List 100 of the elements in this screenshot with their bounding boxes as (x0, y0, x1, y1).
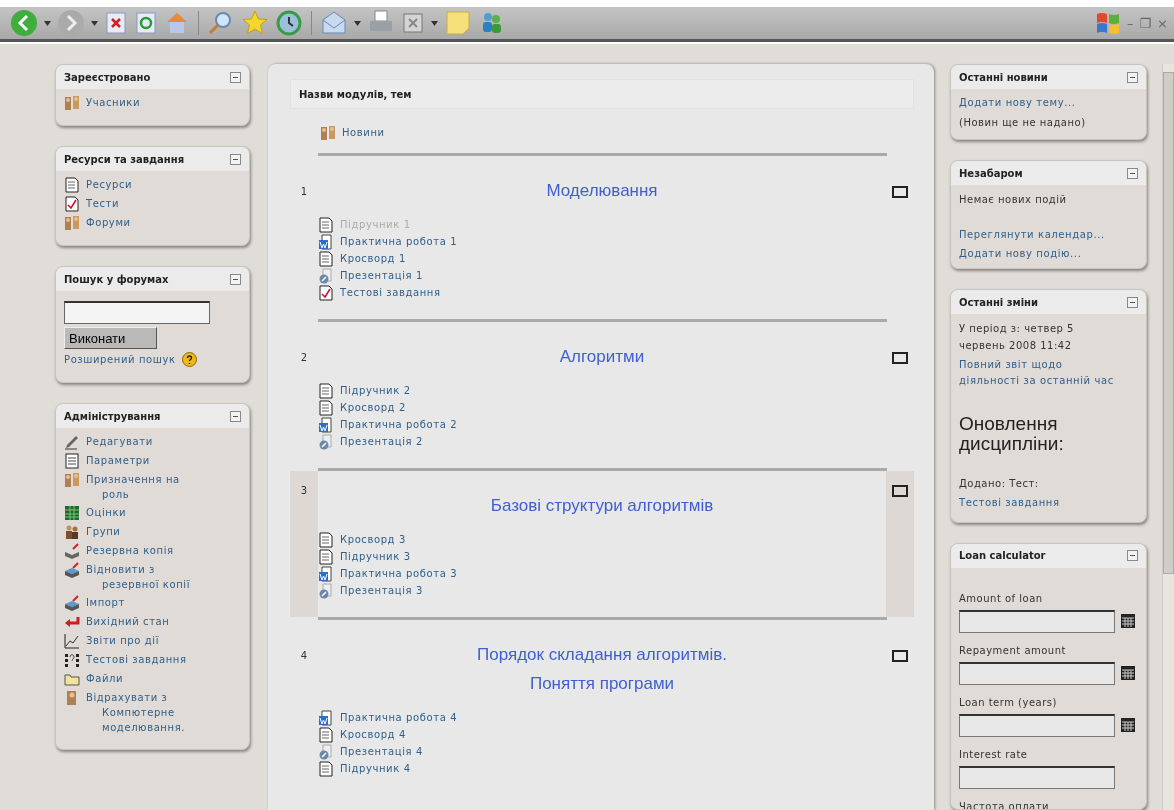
stop-icon[interactable] (104, 11, 128, 35)
quiz-icon (64, 196, 80, 212)
form-icon (64, 453, 80, 469)
admin-link[interactable]: Файли (86, 671, 206, 686)
help-icon[interactable] (181, 352, 197, 367)
field-label: Amount of loan (959, 591, 1044, 606)
collapse-icon[interactable] (1127, 550, 1138, 562)
block-link[interactable]: Тести (86, 196, 120, 212)
section-number: 4 (300, 650, 308, 663)
add-topic-link[interactable]: Додати нову тему... (959, 95, 1138, 111)
activity-link[interactable]: Кросворд 2 (340, 400, 406, 416)
activity-link[interactable]: Презентація 3 (340, 583, 423, 599)
activity-link[interactable]: Підручник 3 (340, 549, 411, 565)
block-link[interactable]: Учасники (86, 95, 140, 111)
activity-link[interactable]: Кросворд 4 (340, 727, 406, 743)
dropdown-arrow-icon[interactable] (91, 20, 98, 26)
collapse-icon[interactable] (230, 153, 241, 165)
added-link[interactable]: Тестові завдання (959, 495, 1138, 512)
grid-icon (64, 505, 80, 521)
section-number: 1 (300, 186, 308, 199)
dropdown-arrow-icon[interactable] (431, 20, 438, 26)
collapse-icon[interactable] (230, 273, 241, 285)
people-icon (320, 125, 336, 141)
search-field[interactable] (64, 301, 210, 324)
history-icon[interactable] (275, 9, 303, 37)
section-title: Базові структури алгоритмів (489, 495, 715, 517)
activity-link[interactable]: Практична робота 1 (340, 234, 458, 250)
search-button[interactable]: Виконати (64, 327, 157, 349)
collapse-icon[interactable] (1127, 167, 1138, 179)
advanced-search-link[interactable]: Розширений пошук (64, 352, 176, 368)
scrollbar[interactable] (1162, 64, 1174, 810)
admin-link[interactable]: Редагувати (86, 434, 206, 449)
admin-link[interactable]: Оцінки (86, 505, 206, 520)
activity-link[interactable]: Кросворд 1 (340, 251, 406, 267)
highlight-toggle[interactable] (892, 650, 908, 662)
window-control[interactable]: ❐ (1139, 15, 1152, 31)
collapse-icon[interactable] (230, 410, 241, 422)
input-field[interactable] (959, 765, 1115, 789)
news-link[interactable]: Новини (342, 125, 385, 141)
block-link[interactable]: Форуми (86, 215, 131, 231)
section-title: Моделювання (545, 180, 659, 202)
input-field[interactable] (959, 661, 1115, 685)
admin-link[interactable]: Параметри (86, 453, 206, 468)
activity-link[interactable]: Підручник 2 (340, 383, 411, 399)
box-icon (64, 562, 80, 578)
admin-link[interactable]: Призначення на роль (86, 472, 206, 502)
people-icon (64, 95, 80, 111)
admin-link[interactable]: Резервна копія (86, 543, 206, 558)
input-field[interactable] (959, 713, 1115, 737)
block-title: Адміністрування (64, 410, 161, 422)
activity-link[interactable]: Практична робота 4 (340, 710, 458, 726)
refresh-icon[interactable] (134, 11, 158, 35)
admin-link[interactable]: Відрахувати з Компютерне моделювання. (86, 690, 206, 735)
window-control[interactable]: × (1157, 15, 1168, 31)
collapse-icon[interactable] (1127, 71, 1138, 83)
word-document-icon (318, 566, 334, 582)
activity-link[interactable]: Практична робота 3 (340, 566, 458, 582)
calendar-link[interactable]: Додати нову подію... (959, 246, 1138, 263)
activity-link[interactable]: Підручник 4 (340, 761, 411, 777)
collapse-icon[interactable] (1127, 296, 1138, 308)
field-label: Interest rate (959, 747, 1029, 762)
highlight-toggle[interactable] (892, 186, 908, 198)
activity-link[interactable]: Презентація 2 (340, 434, 423, 450)
dropdown-arrow-icon[interactable] (354, 20, 361, 26)
calculator-icon[interactable] (1121, 718, 1135, 733)
activity-link[interactable]: Презентація 1 (340, 268, 423, 284)
admin-link[interactable]: Звіти про дії (86, 633, 206, 648)
block-link[interactable]: Ресурси (86, 177, 133, 193)
admin-link[interactable]: Тестові завдання (86, 652, 206, 667)
window-control[interactable]: – (1126, 15, 1134, 31)
report-link[interactable]: Повний звіт щодо діяльності за останній час (959, 357, 1124, 390)
activity-link[interactable]: Тестові завдання (340, 285, 441, 301)
block-title: Loan calculator (959, 550, 1046, 562)
activity-link[interactable]: Кросворд 3 (340, 532, 406, 548)
admin-link[interactable]: Імпорт (86, 595, 206, 610)
dropdown-arrow-icon[interactable] (44, 20, 51, 26)
activity-link[interactable]: Практична робота 2 (340, 417, 458, 433)
highlight-toggle[interactable] (892, 352, 908, 364)
highlight-toggle[interactable] (892, 485, 908, 497)
group-icon (64, 524, 80, 540)
calculator-icon[interactable] (1121, 666, 1135, 681)
updates-heading: Оновлення дисципліни: (959, 414, 1065, 455)
scrollbar-thumb[interactable] (1163, 72, 1174, 574)
calendar-link[interactable]: Переглянути календар... (959, 227, 1138, 244)
people-icon (64, 215, 80, 231)
activity-link[interactable]: Презентація 4 (340, 744, 423, 760)
back-icon[interactable] (10, 9, 38, 37)
document-icon (318, 761, 334, 777)
star-icon[interactable] (241, 9, 269, 37)
input-field[interactable] (959, 609, 1115, 633)
document-icon (318, 532, 334, 548)
admin-link[interactable]: Вихідний стан (86, 614, 206, 629)
collapse-icon[interactable] (230, 71, 241, 83)
calculator-icon[interactable] (1121, 614, 1135, 629)
section-title: Поняття програми (528, 673, 676, 695)
document-icon (318, 217, 334, 233)
admin-link[interactable]: Відновити з резервної копії (86, 562, 206, 592)
folder-icon (64, 671, 80, 687)
admin-link[interactable]: Групи (86, 524, 206, 539)
section-title: Алгоритми (558, 346, 646, 368)
